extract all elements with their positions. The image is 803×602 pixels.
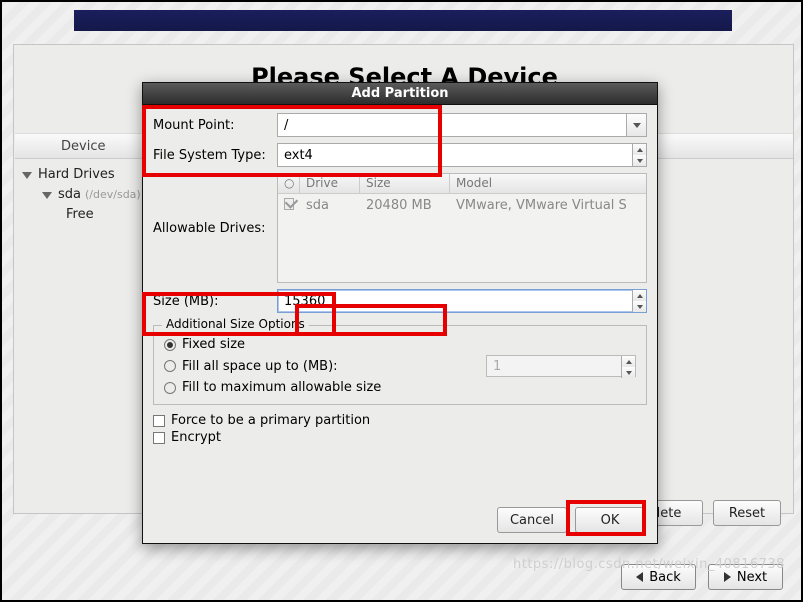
expand-icon[interactable]	[22, 172, 32, 179]
tree-label-sda: sda	[58, 185, 81, 205]
col-model: Model	[450, 174, 646, 193]
encrypt-check[interactable]: Encrypt	[153, 430, 647, 445]
arrow-left-icon	[636, 572, 643, 582]
drive-name: sda	[300, 198, 360, 213]
size-value: 15360	[284, 294, 325, 309]
allowable-drives-table[interactable]: ○ Drive Size Model sda 20480 MB VMware, …	[277, 173, 647, 283]
tree-label-hard-drives: Hard Drives	[38, 165, 115, 185]
cancel-label: Cancel	[510, 513, 554, 528]
col-drive: Drive	[300, 174, 360, 193]
tree-hard-drives[interactable]: Hard Drives	[22, 165, 141, 185]
device-tree[interactable]: Hard Drives sda (/dev/sda) Free	[22, 165, 141, 225]
fs-type-value: ext4	[284, 148, 313, 163]
size-options-legend: Additional Size Options	[162, 317, 309, 331]
size-input[interactable]: 15360	[277, 289, 647, 313]
triangle-down-icon	[637, 305, 643, 309]
mount-point-value: /	[284, 118, 288, 133]
opt-fill-max-label: Fill to maximum allowable size	[182, 380, 381, 395]
encrypt-label: Encrypt	[171, 430, 221, 445]
tree-label-free: Free	[66, 205, 94, 225]
radio-icon	[164, 382, 176, 394]
checkbox-disabled-icon	[284, 198, 294, 210]
fs-type-label: File System Type:	[153, 148, 277, 163]
mount-point-label: Mount Point:	[153, 118, 277, 133]
drive-model: VMware, VMware Virtual S	[450, 198, 646, 213]
opt-fixed-label: Fixed size	[182, 337, 245, 352]
tree-sda[interactable]: sda (/dev/sda)	[42, 185, 141, 205]
opt-fixed-size[interactable]: Fixed size	[164, 337, 636, 352]
chevron-down-icon	[633, 123, 641, 128]
radio-icon	[164, 360, 176, 372]
col-size: Size	[360, 174, 450, 193]
arrow-right-icon	[724, 572, 731, 582]
allowable-drives-label: Allowable Drives:	[153, 221, 277, 236]
ok-button[interactable]: OK	[575, 507, 645, 533]
ok-label: OK	[601, 513, 620, 528]
tree-dev-path: (/dev/sda)	[85, 185, 141, 205]
size-options-fieldset: Additional Size Options Fixed size Fill …	[153, 325, 647, 405]
fill-up-value: 1	[493, 359, 501, 374]
size-label: Size (MB):	[153, 294, 277, 309]
fs-type-combo[interactable]: ext4	[277, 143, 647, 167]
delete-label: lete	[657, 506, 682, 521]
mount-point-combo[interactable]: /	[277, 113, 647, 137]
opt-fill-up-to[interactable]: Fill all space up to (MB): 1	[164, 355, 636, 377]
combo-spinner[interactable]	[632, 144, 646, 166]
drive-row-sda[interactable]: sda 20480 MB VMware, VMware Virtual S	[278, 194, 646, 217]
size-spinner[interactable]	[632, 290, 646, 312]
drive-size: 20480 MB	[360, 198, 450, 213]
cancel-button[interactable]: Cancel	[497, 507, 567, 533]
fill-spinner-disabled	[621, 356, 635, 378]
reset-label: Reset	[729, 506, 765, 521]
window-frame: Please Select A Device Device Hard Drive…	[0, 0, 803, 602]
force-primary-check[interactable]: Force to be a primary partition	[153, 413, 647, 428]
reset-button[interactable]: Reset	[713, 500, 781, 526]
triangle-down-icon	[637, 159, 643, 163]
force-primary-label: Force to be a primary partition	[171, 413, 370, 428]
device-column-label: Device	[61, 139, 105, 154]
add-partition-dialog: Add Partition Mount Point: / File System…	[142, 82, 658, 544]
triangle-up-icon	[626, 360, 632, 364]
triangle-down-icon	[626, 371, 632, 375]
col-check: ○	[278, 174, 300, 193]
radio-selected-icon	[164, 339, 176, 351]
combo-arrow-button[interactable]	[626, 114, 646, 136]
tree-free[interactable]: Free	[66, 205, 141, 225]
dialog-title: Add Partition	[143, 83, 657, 105]
expand-icon[interactable]	[42, 192, 52, 199]
checkbox-icon	[153, 432, 165, 444]
triangle-up-icon	[637, 294, 643, 298]
opt-fill-up-label: Fill all space up to (MB):	[182, 359, 338, 374]
opt-fill-max[interactable]: Fill to maximum allowable size	[164, 380, 636, 395]
checkbox-icon	[153, 415, 165, 427]
triangle-up-icon	[637, 148, 643, 152]
top-banner	[74, 10, 732, 31]
dialog-buttons: Cancel OK	[497, 507, 645, 533]
watermark: https://blog.csdn.net/weixin_40816738	[513, 557, 785, 572]
fill-up-value-input: 1	[486, 355, 636, 377]
drive-table-header: ○ Drive Size Model	[278, 174, 646, 194]
